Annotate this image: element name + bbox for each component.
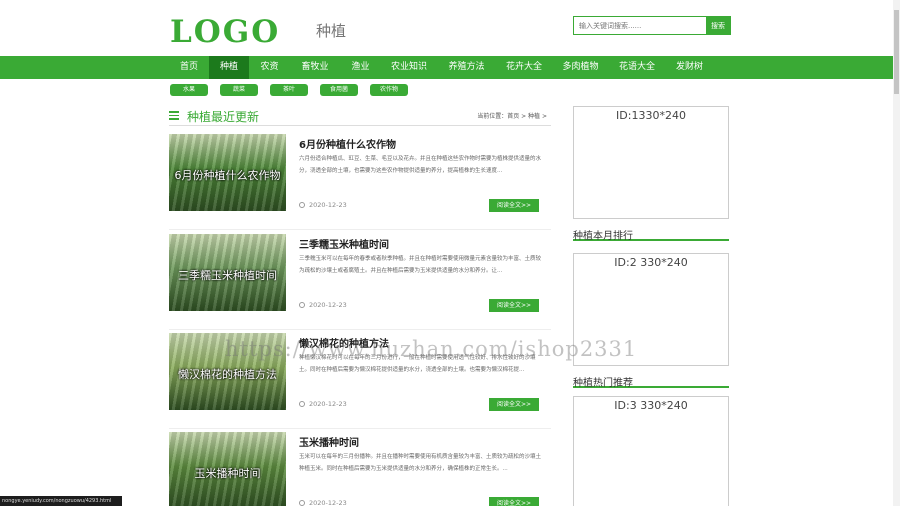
ad-slot-1-label: ID:1330*240 [616,109,686,122]
search-bar: 搜索 [573,16,731,35]
article-title[interactable]: 玉米播种时间 [299,434,359,449]
nav-item[interactable]: 农资 [249,56,290,79]
article-date: 2020-12-23 [299,201,347,209]
watermark-text: https://www.huzhan.com/ishop2331 [225,337,638,361]
subcategory-tag[interactable]: 蔬菜 [220,84,258,96]
read-more-button[interactable]: 阅读全文>> [489,497,539,506]
site-logo[interactable]: LOGO [170,14,280,50]
subcategory-tags: 水果 蔬菜 茶叶 食用菌 农作物 [170,84,420,96]
ad-slot-3[interactable]: ID:3 330*240 [573,396,729,506]
read-more-button[interactable]: 阅读全文>> [489,299,539,312]
subcategory-tag[interactable]: 水果 [170,84,208,96]
hot-recommend-title: 种植热门推荐 [573,374,729,389]
article-date-text: 2020-12-23 [309,301,347,309]
nav-item[interactable]: 发财树 [665,56,714,79]
clock-icon [299,401,305,407]
read-more-button[interactable]: 阅读全文>> [489,199,539,212]
site-header: LOGO 种植 搜索 [0,0,900,56]
article-date: 2020-12-23 [299,301,347,309]
article-thumbnail[interactable]: 6月份种植什么农作物 [169,134,286,211]
search-input[interactable] [574,17,706,34]
thumbnail-caption: 6月份种植什么农作物 [174,169,281,182]
ad-slot-1[interactable]: ID:1330*240 [573,106,729,219]
site-category-title: 种植 [316,22,347,40]
article-item: 6月份种植什么农作物 6月份种植什么农作物 六月份适合种植瓜、豇豆、生菜、毛豆以及花… [169,134,551,230]
monthly-ranking-title: 种植本月排行 [573,227,729,242]
nav-item[interactable]: 花语大全 [609,56,665,79]
thumbnail-caption: 三季糯玉米种植时间 [178,269,277,282]
section-header: 种植最近更新 当前位置：首页 > 种植 > [169,106,551,126]
section-title: 种植最近更新 [187,110,260,124]
nav-item[interactable]: 多肉植物 [552,56,609,79]
breadcrumb: 当前位置：首页 > 种植 > [477,113,547,120]
nav-item[interactable]: 畜牧业 [290,56,340,79]
clock-icon [299,302,305,308]
article-date-text: 2020-12-23 [309,499,347,506]
article-title[interactable]: 三季糯玉米种植时间 [299,236,389,251]
article-thumbnail[interactable]: 三季糯玉米种植时间 [169,234,286,311]
article-item: 玉米播种时间 玉米播种时间 玉米可以在每年的三月份播种。并且在播种时需要使用有机质含… [169,432,551,506]
article-thumbnail[interactable]: 玉米播种时间 [169,432,286,506]
read-more-button[interactable]: 阅读全文>> [489,398,539,411]
status-bar-url: nongye.yeniudy.com/nongzuowu/4293.html [0,496,122,506]
ad-slot-2-label: ID:2 330*240 [614,256,688,269]
thumbnail-caption: 懒汉棉花的种植方法 [178,368,277,381]
nav-item[interactable]: 种植 [209,56,249,79]
list-icon [169,111,179,120]
scrollbar-thumb[interactable] [894,10,899,94]
article-summary: 六月份适合种植瓜、豇豆、生菜、毛豆以及花卉。并且在种植这些农作物时需要为植株提供… [299,156,542,174]
nav-list: 首页 种植 农资 畜牧业 渔业 农业知识 养殖方法 花卉大全 多肉植物 花语大全 发财树 [169,56,714,79]
article-date: 2020-12-23 [299,400,347,408]
nav-item[interactable]: 农业知识 [381,56,437,79]
clock-icon [299,500,305,506]
article-date-text: 2020-12-23 [309,201,347,209]
nav-item[interactable]: 花卉大全 [496,56,552,79]
subcategory-tag[interactable]: 农作物 [370,84,408,96]
nav-item[interactable]: 养殖方法 [437,56,496,79]
main-nav: 首页 种植 农资 畜牧业 渔业 农业知识 养殖方法 花卉大全 多肉植物 花语大全 发财树 [0,56,893,79]
page-scrollbar[interactable] [893,0,900,506]
clock-icon [299,202,305,208]
subcategory-tag[interactable]: 食用菌 [320,84,358,96]
article-title[interactable]: 6月份种植什么农作物 [299,136,396,151]
subcategory-tag[interactable]: 茶叶 [270,84,308,96]
article-summary: 三季糯玉米可以在每年的春季或者秋季种植。并且在种植时需要使用微量元素含量较为丰富… [299,256,542,274]
thumbnail-caption: 玉米播种时间 [194,467,261,480]
article-summary: 玉米可以在每年的三月份播种。并且在播种时需要使用有机质含量较为丰富、土质较为疏松… [299,454,542,472]
article-item: 三季糯玉米种植时间 三季糯玉米种植时间 三季糯玉米可以在每年的春季或者秋季种植。并且… [169,234,551,330]
nav-item[interactable]: 首页 [169,56,209,79]
ad-slot-3-label: ID:3 330*240 [614,399,688,412]
nav-item[interactable]: 渔业 [340,56,381,79]
search-button[interactable]: 搜索 [706,17,730,34]
article-date: 2020-12-23 [299,499,347,506]
article-date-text: 2020-12-23 [309,400,347,408]
